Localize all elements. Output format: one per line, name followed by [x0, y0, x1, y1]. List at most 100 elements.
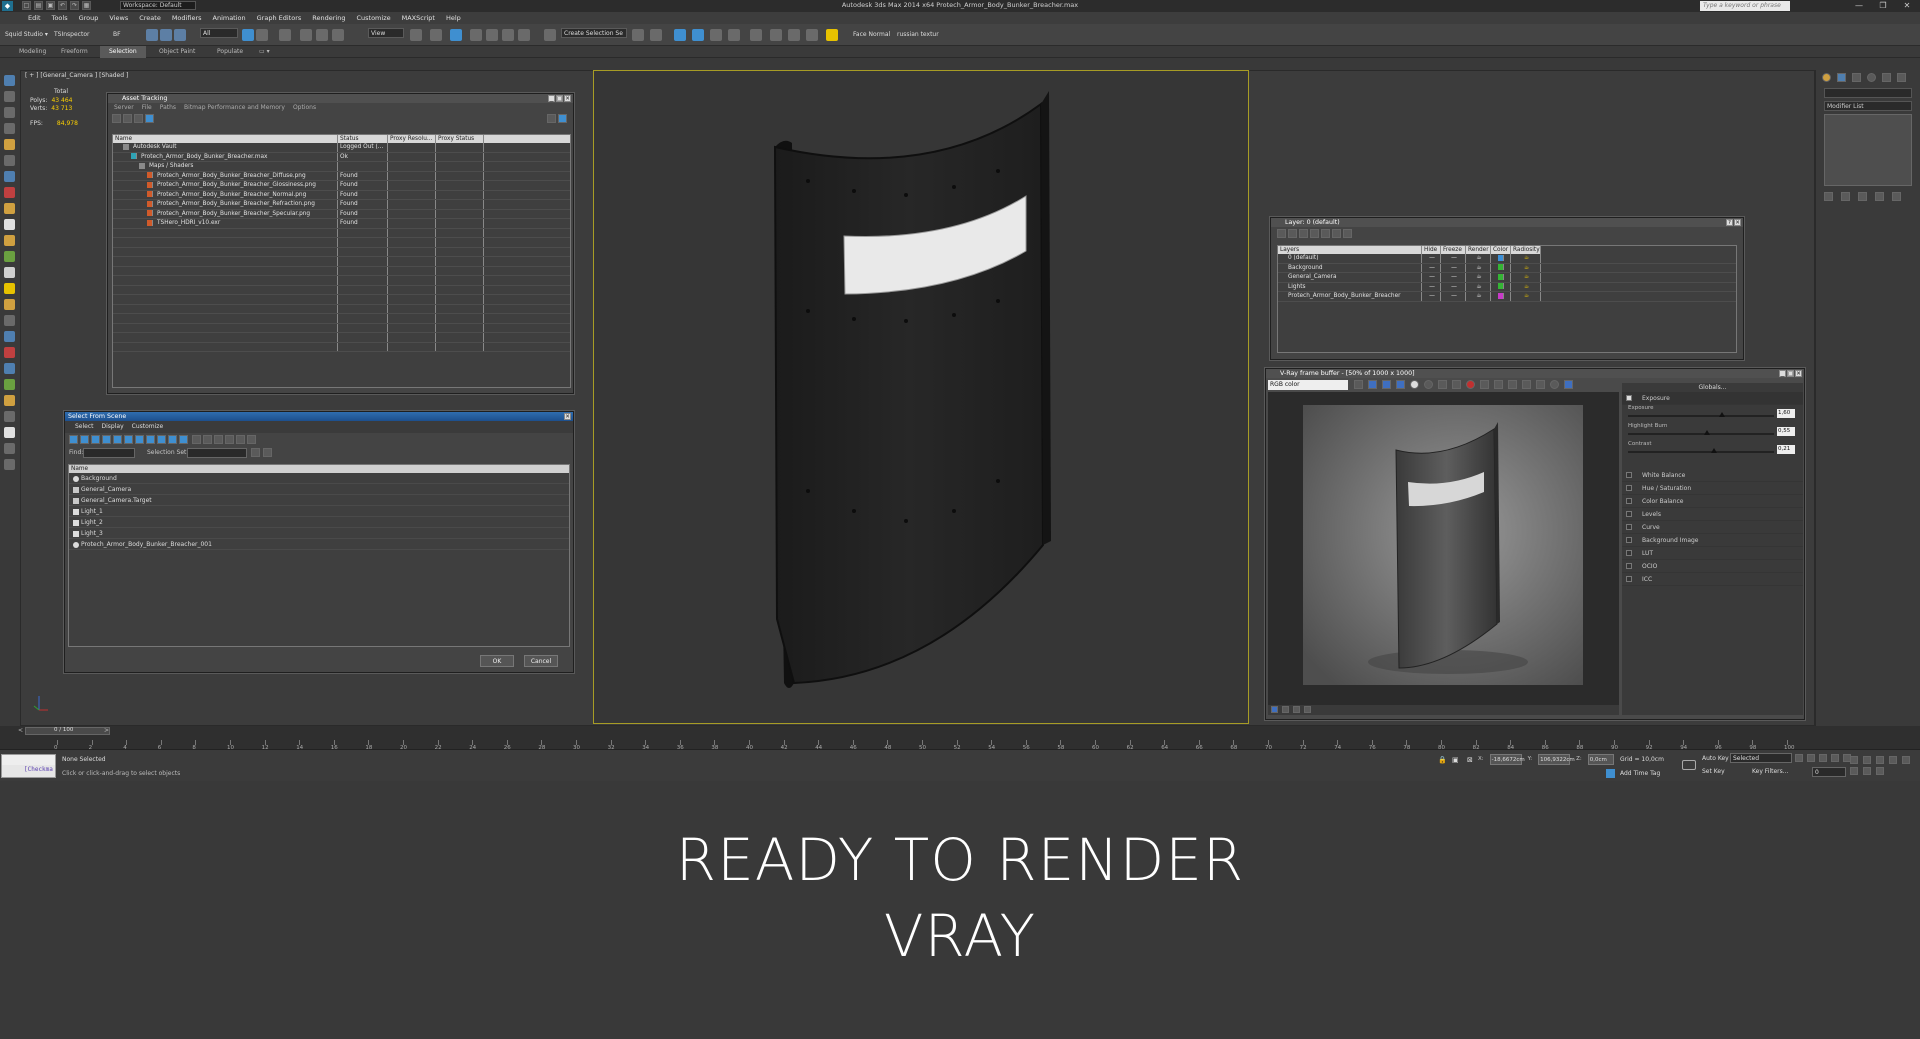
menu-tools[interactable]: Tools — [52, 14, 68, 22]
menu-select[interactable]: Select — [75, 421, 94, 433]
contrast-value[interactable]: 0,21 — [1777, 445, 1795, 454]
cancel-button[interactable]: Cancel — [524, 655, 558, 667]
layer-color-swatch[interactable] — [1497, 283, 1504, 289]
asset-tracking-title[interactable]: Asset Tracking _ □ ✕ — [108, 94, 573, 103]
correction-item[interactable]: Curve — [1622, 521, 1803, 534]
correction-item[interactable]: OCIO — [1622, 560, 1803, 573]
table-row[interactable]: Protech_Armor_Body_Bunker_Breacher_Refra… — [113, 200, 570, 210]
menu-paths[interactable]: Paths — [160, 103, 176, 112]
col-name[interactable]: Name — [113, 135, 338, 143]
correction-item[interactable]: Color Balance — [1622, 495, 1803, 508]
hide-all-icon[interactable] — [1332, 229, 1341, 238]
col-layers[interactable]: Layers — [1278, 246, 1422, 254]
help-icon[interactable] — [547, 114, 556, 123]
render-teapot-icon[interactable]: ☕ — [1466, 263, 1491, 272]
lock-icon[interactable]: ▣ — [1452, 756, 1459, 764]
reference-coordinate-dropdown[interactable]: View — [368, 28, 404, 38]
viewport-label[interactable]: [ + ] [General_Camera ] [Shaded ] — [25, 72, 128, 79]
col-hide[interactable]: Hide — [1422, 246, 1441, 254]
time-tag-icon[interactable] — [1606, 769, 1615, 778]
menu-edit[interactable]: Edit — [28, 14, 41, 22]
hierarchy-panel-icon[interactable] — [4, 107, 15, 118]
render-setup-icon[interactable] — [770, 29, 782, 41]
select-in-layer-icon[interactable] — [1310, 229, 1319, 238]
face-normal-button[interactable]: Face Normal — [853, 31, 890, 38]
rotate-icon[interactable] — [316, 29, 328, 41]
snaps-toggle-icon[interactable] — [470, 29, 482, 41]
particle-icon[interactable] — [4, 363, 15, 374]
display-containers-icon[interactable] — [168, 435, 177, 444]
correction-checkbox[interactable] — [1626, 472, 1632, 478]
list-item[interactable]: Light_2 — [69, 517, 569, 528]
table-row[interactable] — [113, 247, 570, 257]
select-manipulate-icon[interactable] — [430, 29, 442, 41]
hierarchy-tab-icon[interactable] — [1852, 73, 1861, 82]
col-radiosity[interactable]: Radiosity — [1511, 246, 1541, 254]
select-invert-icon[interactable] — [214, 435, 224, 444]
pin-stack-icon[interactable] — [1824, 192, 1833, 201]
modifier-stack[interactable] — [1824, 114, 1912, 186]
maximize-icon[interactable]: □ — [1787, 370, 1794, 377]
radiosity-icon[interactable]: ☕ — [1511, 282, 1541, 291]
remove-modifier-icon[interactable] — [1875, 192, 1884, 201]
sphere-tool-icon[interactable] — [4, 219, 15, 230]
motion-panel-icon[interactable] — [4, 123, 15, 134]
menu-file[interactable]: File — [142, 103, 152, 112]
object-name-field[interactable] — [1824, 88, 1912, 98]
selection-filter-dropdown[interactable]: All — [200, 28, 238, 38]
col-freeze[interactable]: Freeze — [1441, 246, 1466, 254]
unlink-icon[interactable] — [160, 29, 172, 41]
globe-icon[interactable] — [4, 427, 15, 438]
correction-checkbox[interactable] — [1626, 511, 1632, 517]
correction-checkbox[interactable] — [1626, 576, 1632, 582]
table-row[interactable]: Protech_Armor_Body_Bunker_Breacher_Diffu… — [113, 171, 570, 181]
menu-group[interactable]: Group — [79, 14, 99, 22]
freeze-toggle[interactable]: — — [1441, 254, 1466, 263]
curve-editor-icon[interactable] — [710, 29, 722, 41]
configure-sets-icon[interactable] — [1892, 192, 1901, 201]
close-icon[interactable]: ✕ — [564, 95, 571, 102]
toolbar-label-squid[interactable]: Squid Studio ▾ — [5, 31, 48, 38]
table-row[interactable] — [113, 257, 570, 267]
light-tool-icon[interactable] — [4, 187, 15, 198]
correction-item[interactable]: Background Image — [1622, 534, 1803, 547]
folder-icon[interactable] — [1452, 380, 1461, 389]
lock-selection-icon[interactable]: 🔒 — [1438, 756, 1447, 764]
schematic-view-icon[interactable] — [728, 29, 740, 41]
x-coordinate-field[interactable]: -18,6672cm — [1489, 754, 1525, 765]
select-object-icon[interactable] — [242, 29, 254, 41]
lut-icon[interactable] — [1522, 380, 1531, 389]
hide-toggle[interactable]: — — [1422, 292, 1441, 301]
layer-row[interactable]: Protech_Armor_Body_Bunker_Breacher — — ☕ ☕ — [1278, 292, 1736, 302]
help-icon[interactable] — [4, 459, 15, 470]
alpha-icon[interactable] — [1410, 380, 1419, 389]
restore-icon[interactable]: ❐ — [1874, 0, 1892, 11]
play-icon[interactable] — [1819, 754, 1827, 762]
red-channel-icon[interactable] — [1368, 380, 1377, 389]
ribbon-options-icon[interactable]: ▭ ▾ — [250, 46, 279, 58]
shield-model[interactable] — [594, 71, 1250, 725]
vfb-title[interactable]: V-Ray frame buffer - [50% of 1000 x 1000… — [1266, 369, 1804, 378]
menu-bitmap-performance[interactable]: Bitmap Performance and Memory — [184, 103, 285, 112]
list-view-icon[interactable] — [123, 114, 132, 123]
list-item[interactable]: Light_3 — [69, 528, 569, 539]
menu-animation[interactable]: Animation — [213, 14, 246, 22]
fov-icon[interactable] — [1902, 756, 1910, 764]
shape-tool-icon[interactable] — [4, 395, 15, 406]
modifier-list-dropdown[interactable]: Modifier List — [1824, 101, 1912, 111]
table-row[interactable]: TSHero_HDRI_v10.exr Found — [113, 219, 570, 229]
teapot-render-icon[interactable] — [1564, 380, 1573, 389]
tab-freeform[interactable]: Freeform — [52, 46, 97, 58]
render-teapot-icon[interactable]: ☕ — [1466, 254, 1491, 263]
set-key-key-icon[interactable] — [1682, 760, 1696, 770]
material-editor-icon[interactable] — [750, 29, 762, 41]
y-coordinate-field[interactable]: 106,9322cm — [1538, 754, 1575, 765]
correction-checkbox[interactable] — [1626, 537, 1632, 543]
correction-item[interactable]: White Balance — [1622, 469, 1803, 482]
freeze-all-icon[interactable] — [1343, 229, 1352, 238]
current-frame-field[interactable]: 0 — [1812, 767, 1846, 777]
search-input[interactable]: Type a keyword or phrase — [1700, 1, 1790, 11]
menu-maxscript[interactable]: MAXScript — [402, 14, 435, 22]
orbit-icon[interactable] — [1863, 767, 1871, 775]
go-to-start-icon[interactable] — [1795, 754, 1803, 762]
